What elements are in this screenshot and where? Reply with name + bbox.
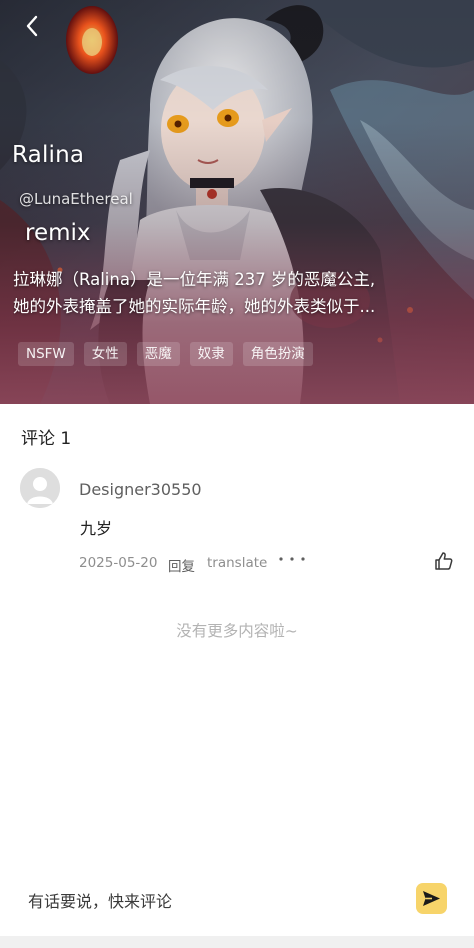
- description-line: 她的外表掩盖了她的实际年龄，她的外表类似于...: [13, 297, 376, 316]
- tag-list: NSFW 女性 恶魔 奴隶 角色扮演: [18, 342, 313, 366]
- send-button[interactable]: [416, 883, 447, 914]
- tag-slave[interactable]: 奴隶: [189, 342, 233, 366]
- comment-bar: [0, 868, 474, 936]
- translate-button[interactable]: translate: [207, 555, 267, 571]
- send-icon: [423, 891, 440, 906]
- more-button[interactable]: [277, 552, 307, 568]
- comment-date: 2025-05-20: [79, 555, 158, 571]
- tag-roleplay[interactable]: 角色扮演: [242, 342, 313, 366]
- character-detail-page: Ralina @LunaEthereal remix 拉琳娜（Ralina）是一…: [0, 0, 474, 948]
- remix-label[interactable]: remix: [25, 220, 91, 246]
- tag-demon[interactable]: 恶魔: [136, 342, 180, 366]
- comments-header: 评论 1: [21, 429, 72, 449]
- back-button[interactable]: [14, 8, 50, 44]
- comment-input[interactable]: [28, 888, 388, 914]
- comment-item: Designer30550 九岁 2025-05-20 回复 translate: [0, 465, 474, 585]
- character-author[interactable]: @LunaEthereal: [19, 190, 133, 208]
- avatar[interactable]: [20, 468, 60, 508]
- tag-female[interactable]: 女性: [83, 342, 127, 366]
- chevron-left-icon: [26, 15, 38, 37]
- like-button[interactable]: [434, 551, 454, 571]
- character-description[interactable]: 拉琳娜（Ralina）是一位年满 237 岁的恶魔公主, 她的外表掩盖了她的实际…: [13, 266, 461, 320]
- bottom-safe-area: [0, 936, 474, 948]
- character-name: Ralina: [12, 142, 85, 168]
- default-avatar-icon: [20, 468, 60, 508]
- reply-button[interactable]: 回复: [168, 555, 195, 575]
- comment-username[interactable]: Designer30550: [79, 480, 202, 499]
- thumbs-up-icon: [435, 552, 453, 570]
- tag-nsfw[interactable]: NSFW: [18, 342, 74, 366]
- no-more-content: 没有更多内容啦~: [176, 622, 298, 640]
- description-line: 拉琳娜（Ralina）是一位年满 237 岁的恶魔公主,: [13, 270, 376, 289]
- more-dots-icon: [279, 557, 305, 561]
- character-hero: Ralina @LunaEthereal remix 拉琳娜（Ralina）是一…: [0, 0, 474, 404]
- comment-text: 九岁: [80, 519, 113, 538]
